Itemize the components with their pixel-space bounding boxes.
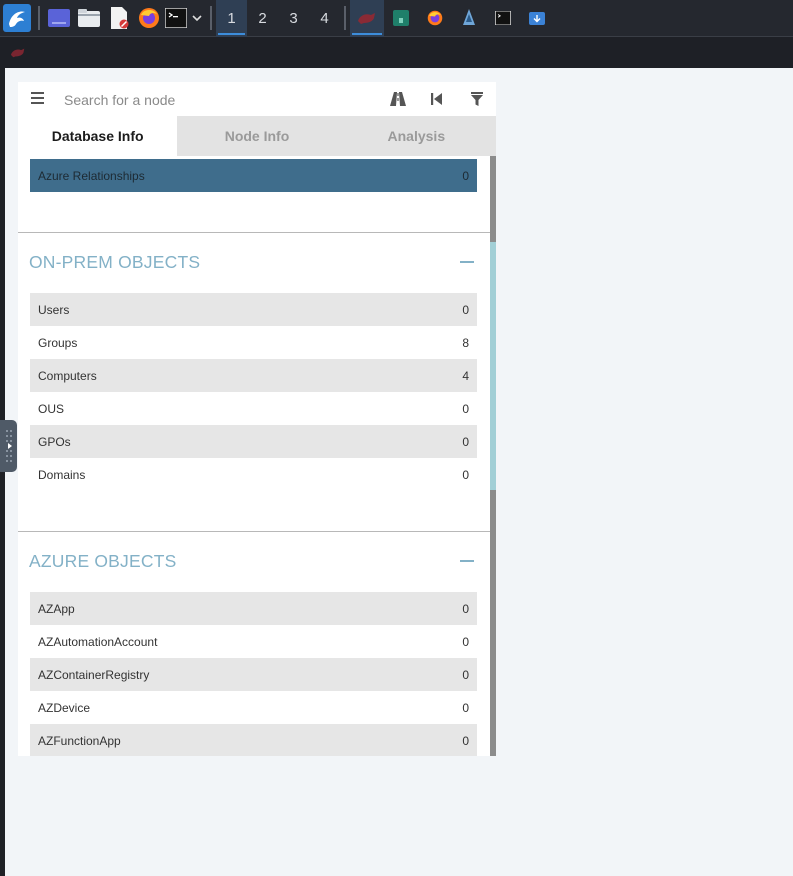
taskbar: 1 2 3 4: [0, 0, 793, 37]
download-folder-icon: [529, 12, 545, 25]
window-app-blue-button[interactable]: [452, 0, 486, 37]
list-item-azure-relationships[interactable]: Azure Relationships 0: [30, 159, 477, 192]
grip-icon: [5, 430, 12, 462]
row-label: AZApp: [38, 601, 75, 616]
sidebar-handle[interactable]: [0, 420, 17, 472]
row-count: 0: [462, 467, 469, 482]
folder-icon: [78, 9, 100, 27]
firefox-button[interactable]: [134, 0, 164, 37]
list-item-azapp[interactable]: AZApp 0: [30, 592, 477, 625]
row-count: 4: [462, 368, 469, 383]
row-label: AZAutomationAccount: [38, 634, 158, 649]
window-terminal-button[interactable]: [486, 0, 520, 37]
row-count: 0: [462, 733, 469, 748]
filter-icon[interactable]: [468, 90, 486, 108]
list-item-computers[interactable]: Computers 4: [30, 359, 477, 392]
workspace-2[interactable]: 2: [247, 0, 278, 37]
section-title-azure: AZURE OBJECTS: [29, 551, 177, 571]
list-item-azcontainerregistry[interactable]: AZContainerRegistry 0: [30, 658, 477, 691]
list-item-groups[interactable]: Groups 8: [30, 326, 477, 359]
list-item-gpos[interactable]: GPOs 0: [30, 425, 477, 458]
section-title-onprem: ON-PREM OBJECTS: [29, 252, 201, 272]
file-manager-button[interactable]: [74, 0, 104, 37]
app-logo: [0, 37, 36, 68]
firefox-icon: [427, 10, 443, 26]
row-label: Domains: [38, 467, 86, 482]
row-count: 0: [462, 700, 469, 715]
terminal-button[interactable]: [164, 0, 188, 37]
text-editor-button[interactable]: [104, 0, 134, 37]
row-count: 0: [462, 434, 469, 449]
list-item-ous[interactable]: OUS 0: [30, 392, 477, 425]
window-firefox-button[interactable]: [418, 0, 452, 37]
terminal-icon: [165, 8, 187, 28]
terminal-icon: [495, 11, 511, 25]
row-label: AZFunctionApp: [38, 733, 121, 748]
row-label: Azure Relationships: [38, 168, 145, 183]
tab-database-info[interactable]: Database Info: [18, 116, 178, 156]
section-divider: [18, 531, 490, 532]
text-editor-icon: [111, 7, 129, 29]
row-count: 0: [462, 667, 469, 682]
list-item-azautomationaccount[interactable]: AZAutomationAccount 0: [30, 625, 477, 658]
search-bar: [18, 82, 496, 116]
row-label: Users: [38, 302, 70, 317]
row-count: 0: [462, 634, 469, 649]
database-panel: Database Info Node Info Analysis Azure R…: [18, 82, 496, 756]
hamburger-menu-icon[interactable]: [30, 90, 46, 106]
database-info-content: Azure Relationships 0 ON-PREM OBJECTS Us…: [18, 156, 496, 756]
row-count: 0: [462, 401, 469, 416]
row-count: 0: [462, 601, 469, 616]
window-app-green-button[interactable]: [384, 0, 418, 37]
row-count: 8: [462, 335, 469, 350]
workspace-4[interactable]: 4: [309, 0, 340, 37]
terminal-dropdown-button[interactable]: [188, 0, 206, 37]
row-label: AZDevice: [38, 700, 91, 715]
kali-menu-button[interactable]: [0, 0, 34, 37]
window-bloodhound-button[interactable]: [350, 0, 384, 37]
bloodhound-icon: [10, 48, 25, 58]
desktop-icon: [48, 9, 70, 27]
show-desktop-button[interactable]: [44, 0, 74, 37]
tab-analysis[interactable]: Analysis: [336, 116, 496, 156]
taskbar-separator: [210, 6, 212, 30]
application-titlebar: [0, 37, 793, 68]
taskbar-separator: [38, 6, 40, 30]
section-divider: [18, 232, 490, 233]
list-item-azfunctionapp[interactable]: AZFunctionApp 0: [30, 724, 477, 756]
firefox-icon: [139, 8, 159, 28]
chevron-down-icon: [192, 15, 202, 22]
collapse-azure-icon[interactable]: [460, 560, 474, 562]
row-label: GPOs: [38, 434, 71, 449]
window-downloads-button[interactable]: [520, 0, 554, 37]
bloodhound-icon: [358, 13, 375, 24]
workspace-3[interactable]: 3: [278, 0, 309, 37]
row-label: AZContainerRegistry: [38, 667, 150, 682]
tab-node-info[interactable]: Node Info: [177, 116, 337, 156]
panel-tabs: Database Info Node Info Analysis: [18, 116, 496, 156]
row-label: Computers: [38, 368, 97, 383]
scrollbar-thumb[interactable]: [490, 242, 496, 490]
search-input[interactable]: [62, 85, 366, 115]
row-count: 0: [462, 302, 469, 317]
app-green-icon: [393, 10, 409, 26]
list-item-domains[interactable]: Domains 0: [30, 458, 477, 491]
row-count: 0: [462, 168, 469, 183]
window-edge: [0, 68, 5, 876]
collapse-onprem-icon[interactable]: [460, 261, 474, 263]
app-blue-icon: [463, 9, 475, 25]
back-skip-icon[interactable]: [428, 90, 446, 108]
taskbar-separator: [344, 6, 346, 30]
kali-dragon-icon: [3, 4, 31, 32]
row-label: OUS: [38, 401, 65, 416]
list-item-azdevice[interactable]: AZDevice 0: [30, 691, 477, 724]
pathfinding-road-icon[interactable]: [389, 90, 407, 108]
workspace-1[interactable]: 1: [216, 0, 247, 37]
list-item-users[interactable]: Users 0: [30, 293, 477, 326]
row-label: Groups: [38, 335, 78, 350]
